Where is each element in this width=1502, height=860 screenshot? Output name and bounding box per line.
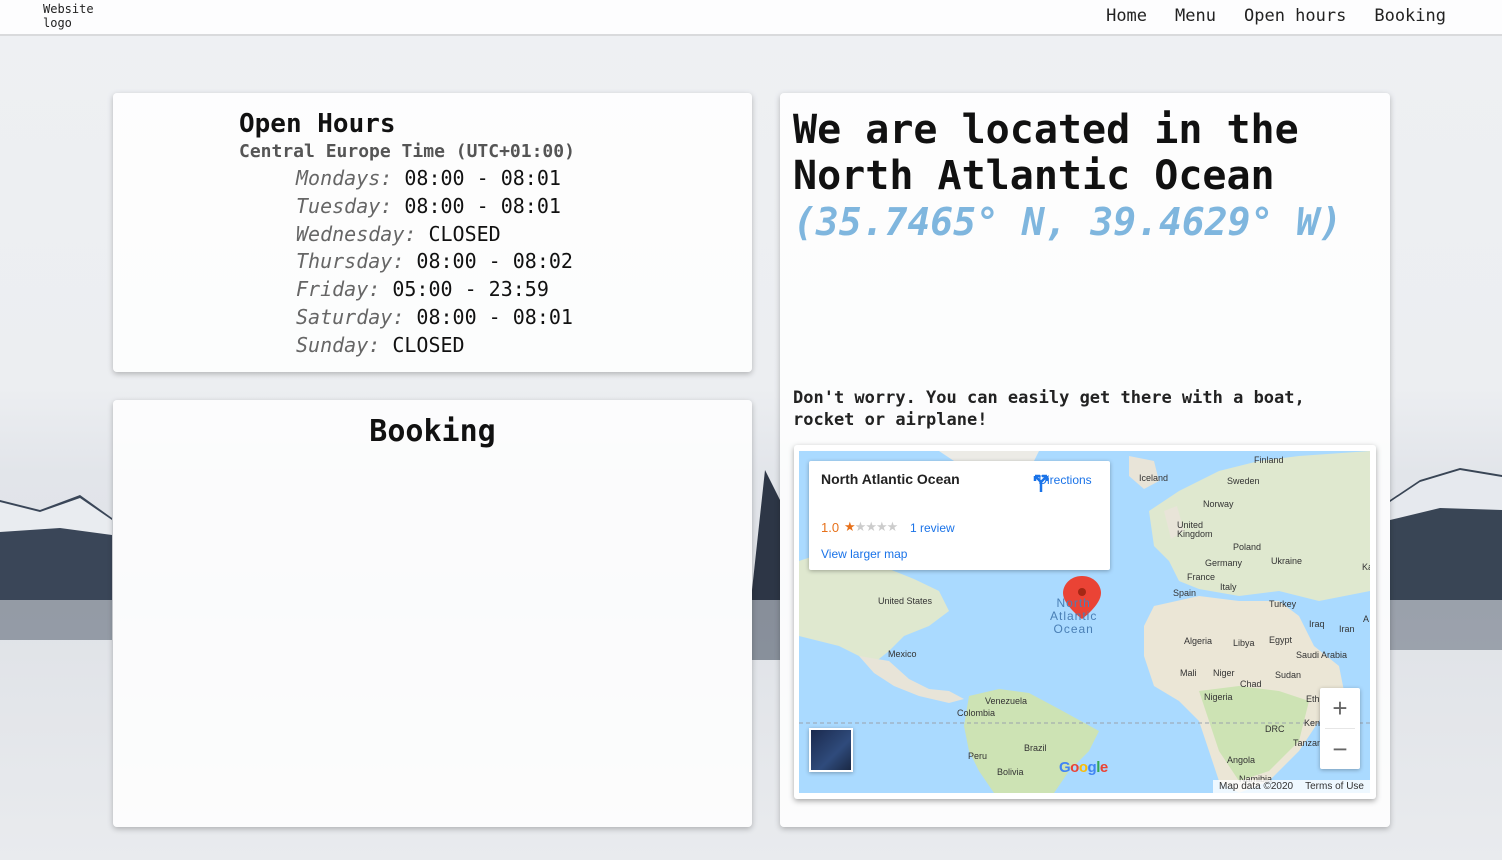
map-label: Mali <box>1180 668 1197 678</box>
map-label: Sweden <box>1227 476 1260 486</box>
hours-row: Saturday: 08:00 - 08:01 <box>296 304 573 332</box>
map-label: Poland <box>1233 542 1262 552</box>
rating-value: 1.0 <box>821 520 840 535</box>
map-label: Mexico <box>888 649 917 659</box>
hours-value: 08:00 - 08:02 <box>416 249 573 274</box>
hours-value: 05:00 - 23:59 <box>392 277 549 302</box>
location-heading: We are located in the North Atlantic Oce… <box>793 107 1299 199</box>
location-coordinates: (35.7465° N, 39.4629° W) <box>793 200 1343 244</box>
hours-value: 08:00 - 08:01 <box>404 166 561 190</box>
hours-value: CLOSED <box>392 332 465 357</box>
star-icon: ★ <box>844 519 856 534</box>
nav-open-hours[interactable]: Open hours <box>1244 6 1346 26</box>
zoom-in-button[interactable]: + <box>1320 688 1360 728</box>
satellite-toggle-button[interactable] <box>809 728 853 772</box>
map-label: Niger <box>1213 668 1235 678</box>
map-label: A <box>1363 614 1370 624</box>
map-label: Egypt <box>1269 635 1293 645</box>
map-label: Ka <box>1362 562 1370 572</box>
google-map[interactable]: Finland Iceland Sweden Norway United Kin… <box>799 451 1370 793</box>
nav-menu[interactable]: Menu <box>1175 6 1216 26</box>
map-label: Iraq <box>1309 619 1325 629</box>
map-label: France <box>1187 572 1216 582</box>
map-label: Iran <box>1339 624 1355 634</box>
google-logo: Google <box>1059 759 1108 776</box>
terms-link[interactable]: Terms of Use <box>1305 781 1364 792</box>
map-label: Spain <box>1173 588 1197 598</box>
map-label: Chad <box>1240 679 1262 689</box>
booking-title: Booking <box>369 414 496 449</box>
nav-booking[interactable]: Booking <box>1374 6 1446 26</box>
day-label: Friday: <box>296 277 381 302</box>
hours-row: Mondays: 08:00 - 08:01 <box>296 165 573 193</box>
map-label: Germany <box>1205 558 1243 568</box>
map-label: Iceland <box>1139 473 1169 483</box>
map-label: Italy <box>1220 582 1237 592</box>
timezone-label: Central Europe Time (UTC+01:00) <box>239 141 575 162</box>
map-label: Ukraine <box>1271 556 1303 566</box>
map-embed: Finland Iceland Sweden Norway United Kin… <box>794 445 1376 799</box>
ocean-label-line: Ocean <box>1053 622 1094 636</box>
open-hours-title: Open Hours <box>239 109 396 139</box>
map-label: DRC <box>1265 724 1285 734</box>
zoom-controls: + − <box>1320 688 1360 769</box>
map-label: Algeria <box>1184 636 1213 646</box>
location-note: Don't worry. You can easily get there wi… <box>793 388 1305 430</box>
zoom-out-button[interactable]: − <box>1320 729 1360 769</box>
hours-value: CLOSED <box>428 221 501 246</box>
booking-panel: Booking <box>113 400 752 827</box>
star-icon: ★ <box>886 519 899 534</box>
map-label: Colombia <box>957 708 996 718</box>
star-icon: ★ <box>875 519 888 534</box>
map-label: Peru <box>968 751 988 761</box>
day-label: Sunday: <box>296 332 381 357</box>
website-logo[interactable]: Website logo <box>43 2 103 30</box>
directions-icon <box>1033 474 1049 492</box>
map-label: Sudan <box>1275 670 1302 680</box>
map-label: Angola <box>1227 755 1256 765</box>
directions-button[interactable]: Directions <box>1031 471 1099 492</box>
map-label: Bolivia <box>997 767 1024 777</box>
hours-row: Tuesday: 08:00 - 08:01 <box>296 193 573 221</box>
day-label: Tuesday: <box>296 193 393 218</box>
open-hours-panel: Open Hours Central Europe Time (UTC+01:0… <box>113 93 752 372</box>
map-label: Brazil <box>1024 743 1047 753</box>
hours-value: 08:00 - 08:01 <box>404 193 561 218</box>
star-icon: ★ <box>865 519 877 534</box>
hours-row: Thursday: 08:00 - 08:02 <box>296 248 573 276</box>
ocean-label: North Atlantic Ocean <box>1050 597 1097 636</box>
map-label: Finland <box>1254 455 1284 465</box>
day-label: Mondays: <box>296 166 393 190</box>
map-label: United States <box>878 596 933 606</box>
place-info-card: North Atlantic Ocean Directions 1.0 ★★★★… <box>809 461 1110 570</box>
hours-row: Wednesday: CLOSED <box>296 221 573 249</box>
top-navigation-bar: Website logo Home Menu Open hours Bookin… <box>0 0 1502 36</box>
map-data-credit: Map data ©2020 <box>1219 781 1294 792</box>
map-label: Turkey <box>1269 599 1297 609</box>
view-larger-map-link[interactable]: View larger map <box>821 547 907 561</box>
day-label: Saturday: <box>296 304 405 329</box>
hours-row: Sunday: CLOSED <box>296 332 573 360</box>
rating-stars: ★★★★★ <box>844 519 899 535</box>
star-icon: ★ <box>854 519 867 534</box>
nav-home[interactable]: Home <box>1106 6 1147 26</box>
map-label: Nigeria <box>1204 692 1233 702</box>
main-nav: Home Menu Open hours Booking <box>1106 6 1446 26</box>
hours-list: Mondays: 08:00 - 08:01 Tuesday: 08:00 - … <box>296 165 573 360</box>
hours-value: 08:00 - 08:01 <box>416 304 573 329</box>
map-label: United Kingdom <box>1177 520 1213 539</box>
place-name: North Atlantic Ocean <box>821 471 960 487</box>
reviews-link[interactable]: 1 review <box>910 521 955 535</box>
map-label: Libya <box>1233 638 1255 648</box>
location-panel: We are located in the North Atlantic Oce… <box>780 93 1390 827</box>
day-label: Wednesday: <box>296 221 417 246</box>
day-label: Thursday: <box>296 249 405 274</box>
map-attribution: Map data ©2020 Terms of Use <box>1213 780 1370 793</box>
map-label: Norway <box>1203 499 1234 509</box>
map-label: Venezuela <box>985 696 1028 706</box>
hours-row: Friday: 05:00 - 23:59 <box>296 276 573 304</box>
map-label: Saudi Arabia <box>1296 650 1348 660</box>
